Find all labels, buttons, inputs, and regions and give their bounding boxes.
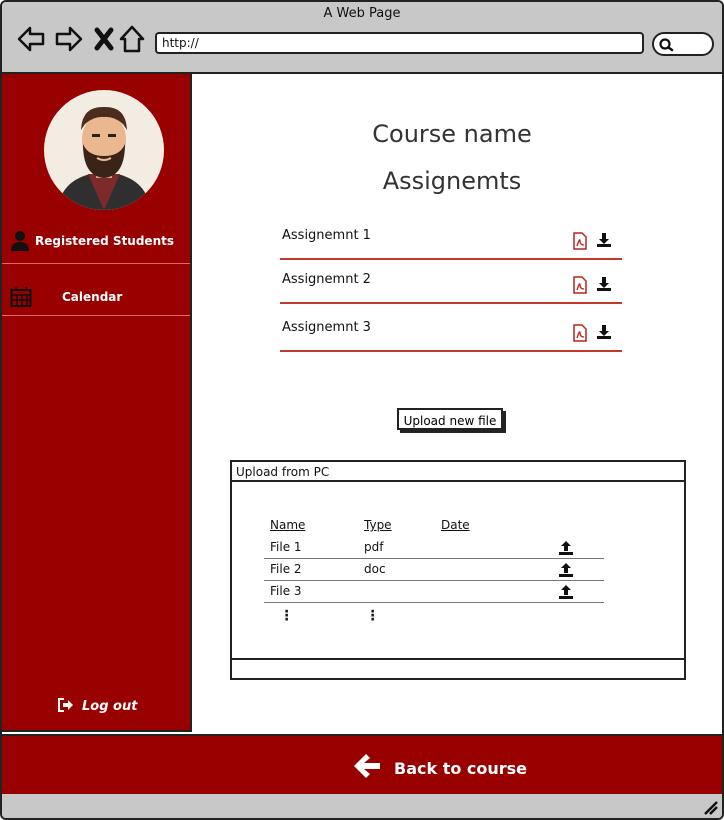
upload-icon[interactable] bbox=[558, 540, 574, 556]
browser-status-bar bbox=[2, 794, 722, 818]
column-header-date[interactable]: Date bbox=[441, 518, 470, 532]
more-rows-indicator: · · · bbox=[284, 604, 290, 628]
bottom-bar: Back to course bbox=[2, 734, 722, 796]
resize-grip-icon[interactable] bbox=[702, 799, 718, 815]
sidebar-item-registered-students[interactable]: Registered Students bbox=[2, 220, 190, 264]
file-row[interactable]: File 2 doc bbox=[264, 560, 604, 581]
assignment-name: Assignemnt 1 bbox=[282, 228, 371, 243]
file-row[interactable]: File 1 pdf bbox=[264, 538, 604, 559]
sidebar-item-calendar[interactable]: Calendar bbox=[2, 276, 190, 320]
browser-window: A Web Page http:// Registered Students C… bbox=[0, 0, 724, 820]
calendar-icon bbox=[10, 287, 32, 307]
more-rows-indicator: · · · bbox=[370, 604, 376, 628]
search-icon bbox=[659, 38, 674, 52]
logout-link[interactable]: Log out bbox=[58, 698, 137, 714]
sidebar-item-label: Calendar bbox=[62, 290, 123, 304]
user-icon bbox=[11, 231, 29, 251]
logout-label: Log out bbox=[82, 699, 138, 714]
back-to-course-button[interactable]: Back to course bbox=[352, 752, 527, 780]
upload-icon[interactable] bbox=[558, 562, 574, 578]
upload-icon[interactable] bbox=[558, 584, 574, 600]
file-type: doc bbox=[364, 562, 386, 576]
dialog-footer-divider bbox=[232, 658, 684, 660]
course-title: Course name bbox=[372, 120, 532, 148]
assignment-row: Assignemnt 3 bbox=[280, 314, 622, 352]
url-field[interactable]: http:// bbox=[155, 32, 644, 54]
assignment-row: Assignemnt 2 bbox=[280, 266, 622, 304]
upload-new-file-button[interactable]: Upload new file bbox=[397, 408, 503, 430]
avatar bbox=[44, 90, 164, 210]
download-icon[interactable] bbox=[596, 276, 612, 292]
sidebar: Registered Students Calendar Log out bbox=[2, 74, 192, 732]
pdf-file-icon[interactable] bbox=[572, 232, 588, 250]
back-to-course-label: Back to course bbox=[394, 759, 528, 778]
back-arrow-icon[interactable] bbox=[16, 24, 46, 54]
file-name: File 1 bbox=[270, 540, 302, 554]
forward-arrow-icon[interactable] bbox=[54, 24, 84, 54]
window-title: A Web Page bbox=[323, 6, 401, 21]
left-arrow-icon bbox=[354, 754, 380, 778]
upload-dialog: Upload from PC Name Type Date File 1 pdf… bbox=[230, 460, 686, 680]
download-icon[interactable] bbox=[596, 232, 612, 248]
browser-toolbar: A Web Page http:// bbox=[2, 2, 722, 74]
pdf-file-icon[interactable] bbox=[572, 324, 588, 342]
column-header-name[interactable]: Name bbox=[270, 518, 305, 532]
divider bbox=[2, 315, 190, 316]
assignment-name: Assignemnt 3 bbox=[282, 320, 371, 335]
home-icon[interactable] bbox=[118, 24, 148, 54]
assignment-row: Assignemnt 1 bbox=[280, 222, 622, 260]
browser-search-field[interactable] bbox=[652, 32, 714, 56]
logout-icon bbox=[58, 698, 73, 712]
file-row[interactable]: File 3 bbox=[264, 582, 604, 603]
file-name: File 3 bbox=[270, 584, 302, 598]
sidebar-item-label: Registered Students bbox=[35, 234, 174, 248]
close-icon[interactable] bbox=[91, 24, 121, 54]
column-header-type[interactable]: Type bbox=[364, 518, 392, 532]
dialog-title: Upload from PC bbox=[232, 462, 684, 482]
user-avatar-illustration bbox=[58, 106, 150, 210]
pdf-file-icon[interactable] bbox=[572, 276, 588, 294]
download-icon[interactable] bbox=[596, 324, 612, 340]
file-name: File 2 bbox=[270, 562, 302, 576]
main-content: Course name Assignemts Assignemnt 1 Assi… bbox=[192, 74, 722, 732]
file-type: pdf bbox=[364, 540, 384, 554]
divider bbox=[2, 263, 190, 264]
assignment-name: Assignemnt 2 bbox=[282, 272, 371, 287]
section-title: Assignemts bbox=[382, 167, 522, 195]
